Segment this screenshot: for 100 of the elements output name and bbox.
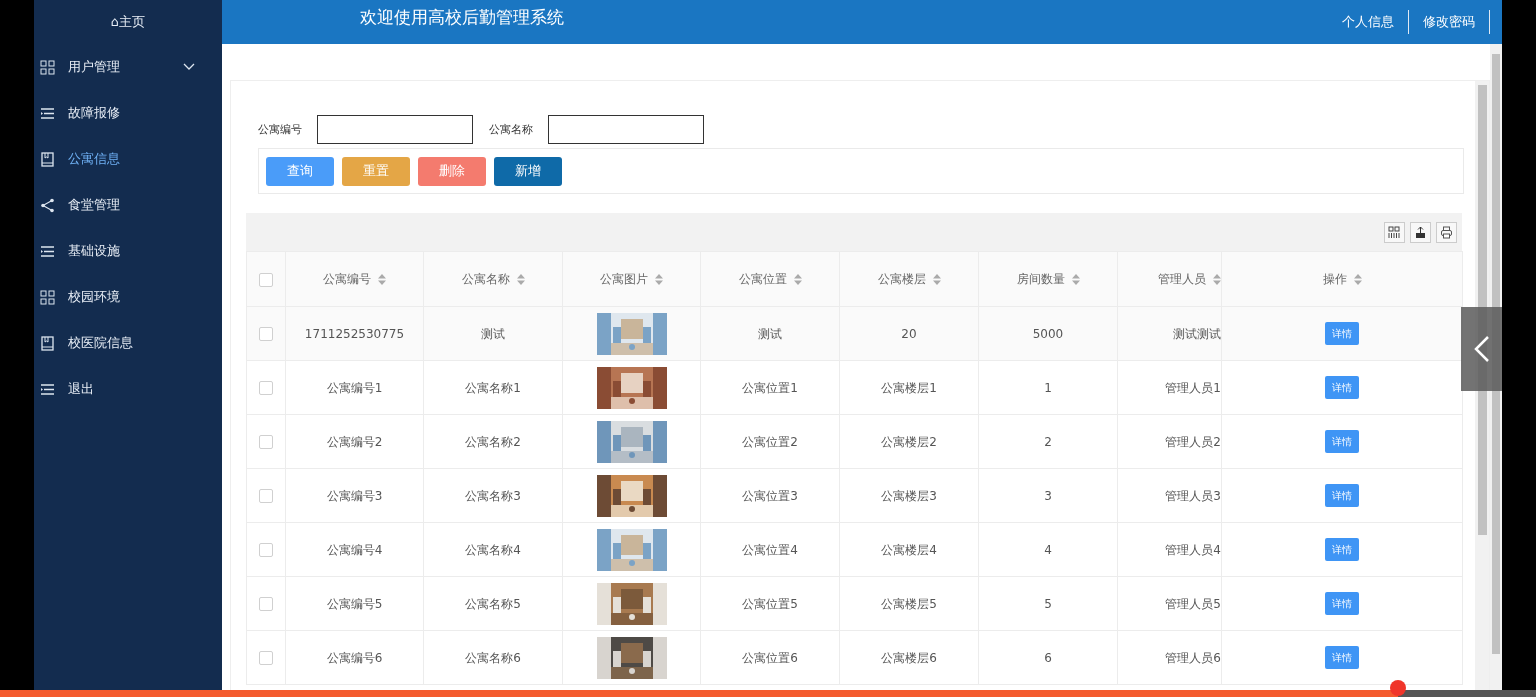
table-cell: 3 xyxy=(1044,488,1052,503)
table-cell: 管理人员3 xyxy=(1165,488,1221,503)
grid-icon xyxy=(40,289,55,305)
table-cell: 公寓楼层1 xyxy=(881,380,937,395)
checkbox[interactable] xyxy=(259,489,273,503)
header-link[interactable]: 修改密码 xyxy=(1409,10,1490,34)
field-label: 公寓编号 xyxy=(258,121,302,137)
table-cell: 公寓楼层2 xyxy=(881,434,937,449)
chevron-left-icon xyxy=(1472,335,1491,363)
action-button[interactable]: 新增 xyxy=(494,156,562,186)
sort-icon xyxy=(378,274,386,285)
column-header[interactable]: 公寓位置 xyxy=(738,272,787,286)
table-cell: 测试 xyxy=(758,326,782,341)
sidebar-item[interactable]: 基础设施 xyxy=(34,228,222,274)
table-cell: 公寓编号2 xyxy=(326,434,383,449)
list-icon xyxy=(40,381,55,397)
table-cell: 公寓位置2 xyxy=(742,434,798,449)
sort-icon xyxy=(516,274,525,285)
table-cell: 管理人员6 xyxy=(1165,650,1221,665)
header-link[interactable]: 个人信息 xyxy=(1328,10,1409,34)
checkbox[interactable] xyxy=(259,435,273,449)
table-cell: 6 xyxy=(1044,650,1052,665)
table-cell: 1711252530775 xyxy=(304,326,405,341)
table-cell: 20 xyxy=(901,326,917,341)
book-icon xyxy=(40,335,55,351)
previous-button[interactable] xyxy=(1461,307,1502,391)
table-cell: 管理人员1 xyxy=(1165,380,1221,395)
detail-button[interactable]: 详情 xyxy=(1325,322,1359,345)
table-cell: 公寓编号5 xyxy=(326,596,383,611)
sort-icon xyxy=(932,274,941,285)
columns-button[interactable] xyxy=(1384,221,1405,243)
table-cell: 公寓名称5 xyxy=(465,596,521,611)
list-icon xyxy=(40,243,55,259)
sidebar-item[interactable]: 用户管理 xyxy=(34,44,222,90)
table-cell: 4 xyxy=(1044,542,1052,557)
column-header[interactable]: 公寓楼层 xyxy=(877,272,926,286)
checkbox[interactable] xyxy=(259,272,273,287)
list-icon xyxy=(40,105,55,121)
checkbox[interactable] xyxy=(259,597,273,611)
sort-icon xyxy=(1353,274,1362,285)
detail-button[interactable]: 详情 xyxy=(1325,538,1359,561)
table-cell: 公寓编号6 xyxy=(326,650,383,665)
export-button[interactable] xyxy=(1410,221,1431,243)
table-cell: 公寓编号3 xyxy=(326,488,383,503)
export-icon xyxy=(1414,225,1427,239)
detail-button[interactable]: 详情 xyxy=(1325,484,1359,507)
column-header[interactable]: 公寓编号 xyxy=(323,272,371,286)
table-cell: 公寓位置5 xyxy=(742,596,798,611)
page-title: 欢迎使用高校后勤管理系统 xyxy=(360,6,564,30)
table-cell: 公寓名称4 xyxy=(465,542,521,557)
columns-icon xyxy=(1388,225,1401,239)
table-cell: 公寓位置6 xyxy=(742,650,798,665)
table-cell: 测试 xyxy=(481,326,505,341)
table-cell: 公寓编号1 xyxy=(326,380,383,395)
print-icon xyxy=(1440,225,1453,239)
table-cell: 5 xyxy=(1044,596,1052,611)
detail-button[interactable]: 详情 xyxy=(1325,376,1359,399)
checkbox[interactable] xyxy=(259,327,273,341)
sidebar-item[interactable]: 食堂管理 xyxy=(34,182,222,228)
column-header[interactable]: 管理人员 xyxy=(1158,272,1206,286)
sidebar-item[interactable]: 故障报修 xyxy=(34,90,222,136)
checkbox[interactable] xyxy=(259,381,273,395)
table-cell: 公寓名称3 xyxy=(465,488,521,503)
table-cell: 公寓位置4 xyxy=(742,542,798,557)
table-cell: 公寓名称1 xyxy=(465,380,521,395)
detail-button[interactable]: 详情 xyxy=(1325,430,1359,453)
print-button[interactable] xyxy=(1436,221,1457,243)
checkbox[interactable] xyxy=(259,543,273,557)
table-cell: 公寓名称6 xyxy=(465,650,521,665)
detail-button[interactable]: 详情 xyxy=(1325,646,1359,669)
table-cell: 2 xyxy=(1044,434,1052,449)
home-link[interactable]: ⌂主页 xyxy=(34,0,222,44)
column-header[interactable]: 公寓名称 xyxy=(461,272,510,286)
input-field[interactable] xyxy=(317,115,473,144)
column-header[interactable]: 操作 xyxy=(1322,272,1347,286)
sort-icon xyxy=(1071,274,1080,285)
column-header[interactable]: 房间数量 xyxy=(1016,272,1065,286)
share-icon xyxy=(40,197,55,213)
table-cell: 公寓位置1 xyxy=(742,380,798,395)
table-cell: 管理人员4 xyxy=(1165,542,1221,557)
sort-icon xyxy=(655,274,663,285)
table-cell: 1 xyxy=(1044,380,1052,395)
table-cell: 公寓楼层3 xyxy=(881,488,937,503)
column-header[interactable]: 公寓图片 xyxy=(600,272,648,286)
table-cell: 5000 xyxy=(1032,326,1064,341)
sort-icon xyxy=(793,274,802,285)
table-cell: 公寓位置3 xyxy=(742,488,798,503)
table-cell: 管理人员2 xyxy=(1165,434,1221,449)
table-cell: 测试测试 xyxy=(1173,326,1221,341)
table-cell: 公寓名称2 xyxy=(465,434,521,449)
detail-button[interactable]: 详情 xyxy=(1325,592,1359,615)
sidebar-item[interactable]: 校园环境 xyxy=(34,274,222,320)
grid-icon xyxy=(40,59,55,75)
input-field[interactable] xyxy=(548,115,704,144)
table-cell: 公寓楼层6 xyxy=(881,650,937,665)
checkbox[interactable] xyxy=(259,651,273,665)
sidebar-item[interactable]: 校医院信息 xyxy=(34,320,222,366)
sidebar-item[interactable]: 退出 xyxy=(34,366,222,412)
sidebar-item[interactable]: 公寓信息 xyxy=(34,136,222,182)
table-cell: 管理人员5 xyxy=(1165,596,1221,611)
